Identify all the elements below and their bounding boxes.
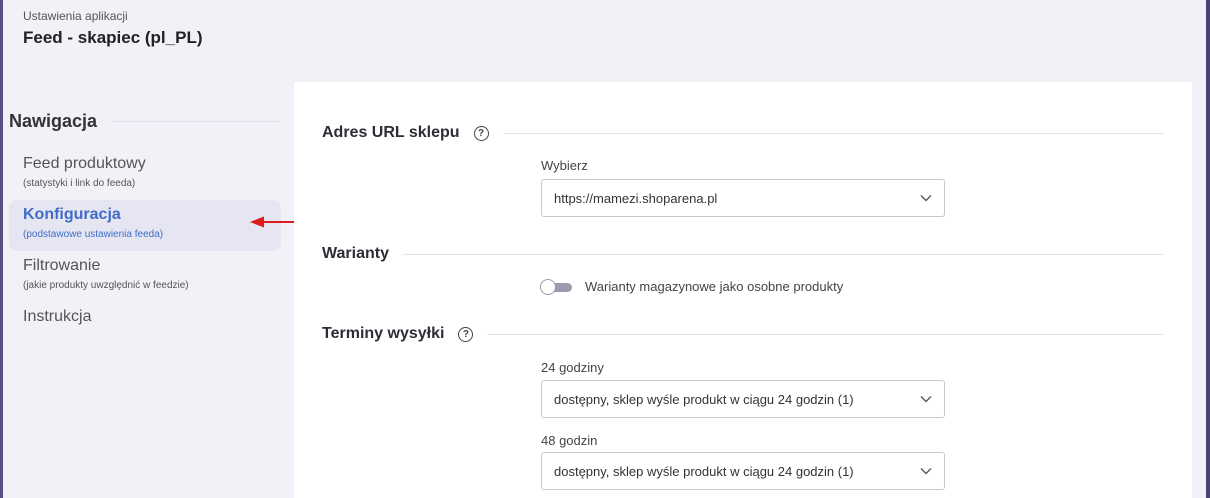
window-right-edge: [1206, 0, 1210, 498]
section-variants-title: Warianty: [322, 245, 389, 262]
window-left-edge: [0, 0, 3, 498]
sidebar-item-filtrowanie[interactable]: Filtrowanie (jakie produkty uwzględnić w…: [9, 251, 281, 302]
shipping-48h-label: 48 godzin: [541, 433, 598, 448]
url-field-label: Wybierz: [541, 158, 588, 173]
nav-heading: Nawigacja: [9, 108, 281, 134]
sidebar-item-hint: (statystyki i link do feeda): [23, 178, 136, 189]
sidebar-item-label: Filtrowanie: [23, 257, 101, 274]
section-divider: [402, 253, 1164, 255]
shop-url-select[interactable]: https://mamezi.shoparena.pl: [541, 179, 945, 217]
chevron-down-icon: [920, 468, 932, 475]
section-variants-header: Warianty: [322, 245, 1164, 263]
variants-toggle-row: Warianty magazynowe jako osobne produkty: [540, 278, 844, 295]
sidebar-item-label: Feed produktowy: [23, 155, 146, 172]
sidebar-item-hint: (podstawowe ustawienia feeda): [23, 229, 164, 240]
sidebar-navigation: Nawigacja Feed produktowy (statystyki i …: [9, 108, 281, 353]
sidebar-item-label: Instrukcja: [23, 308, 92, 325]
section-divider: [502, 132, 1164, 134]
page-title: Feed - skapiec (pl_PL): [23, 28, 203, 47]
chevron-down-icon: [920, 195, 932, 202]
nav-heading-label: Nawigacja: [9, 110, 98, 131]
section-shipping-header: Terminy wysyłki ?: [322, 325, 1164, 343]
toggle-knob: [540, 278, 556, 295]
section-divider: [487, 333, 1164, 335]
chevron-down-icon: [920, 396, 932, 403]
shipping-48h-value: dostępny, sklep wyśle produkt w ciągu 24…: [554, 463, 854, 479]
sidebar-item-feed-produktowy[interactable]: Feed produktowy (statystyki i link do fe…: [9, 149, 281, 200]
sidebar-item-label: Konfiguracja: [23, 206, 121, 223]
section-url-title: Adres URL sklepu: [322, 124, 460, 141]
nav-heading-divider: [113, 120, 281, 122]
help-circle-icon[interactable]: ?: [458, 326, 474, 342]
shop-url-value: https://mamezi.shoparena.pl: [554, 190, 718, 206]
sidebar-item-konfiguracja[interactable]: Konfiguracja (podstawowe ustawienia feed…: [9, 200, 281, 251]
header-subtitle: Ustawienia aplikacji: [23, 9, 128, 23]
sidebar-item-instrukcja[interactable]: Instrukcja: [9, 302, 281, 353]
help-circle-icon[interactable]: ?: [473, 125, 489, 141]
variants-toggle-label: Warianty magazynowe jako osobne produkty: [585, 279, 844, 294]
nav-list: Feed produktowy (statystyki i link do fe…: [9, 149, 281, 353]
shipping-24h-select[interactable]: dostępny, sklep wyśle produkt w ciągu 24…: [541, 380, 945, 418]
variants-toggle[interactable]: [540, 278, 572, 295]
shipping-24h-label: 24 godziny: [541, 360, 604, 375]
app-header: Ustawienia aplikacji Feed - skapiec (pl_…: [23, 9, 203, 48]
section-url-header: Adres URL sklepu ?: [322, 124, 1164, 142]
shipping-24h-value: dostępny, sklep wyśle produkt w ciągu 24…: [554, 391, 854, 407]
sidebar-item-hint: (jakie produkty uwzględnić w feedzie): [23, 280, 189, 291]
section-shipping-title: Terminy wysyłki: [322, 325, 445, 342]
shipping-48h-select[interactable]: dostępny, sklep wyśle produkt w ciągu 24…: [541, 452, 945, 490]
main-panel: Adres URL sklepu ? Wybierz https://mamez…: [294, 82, 1192, 498]
